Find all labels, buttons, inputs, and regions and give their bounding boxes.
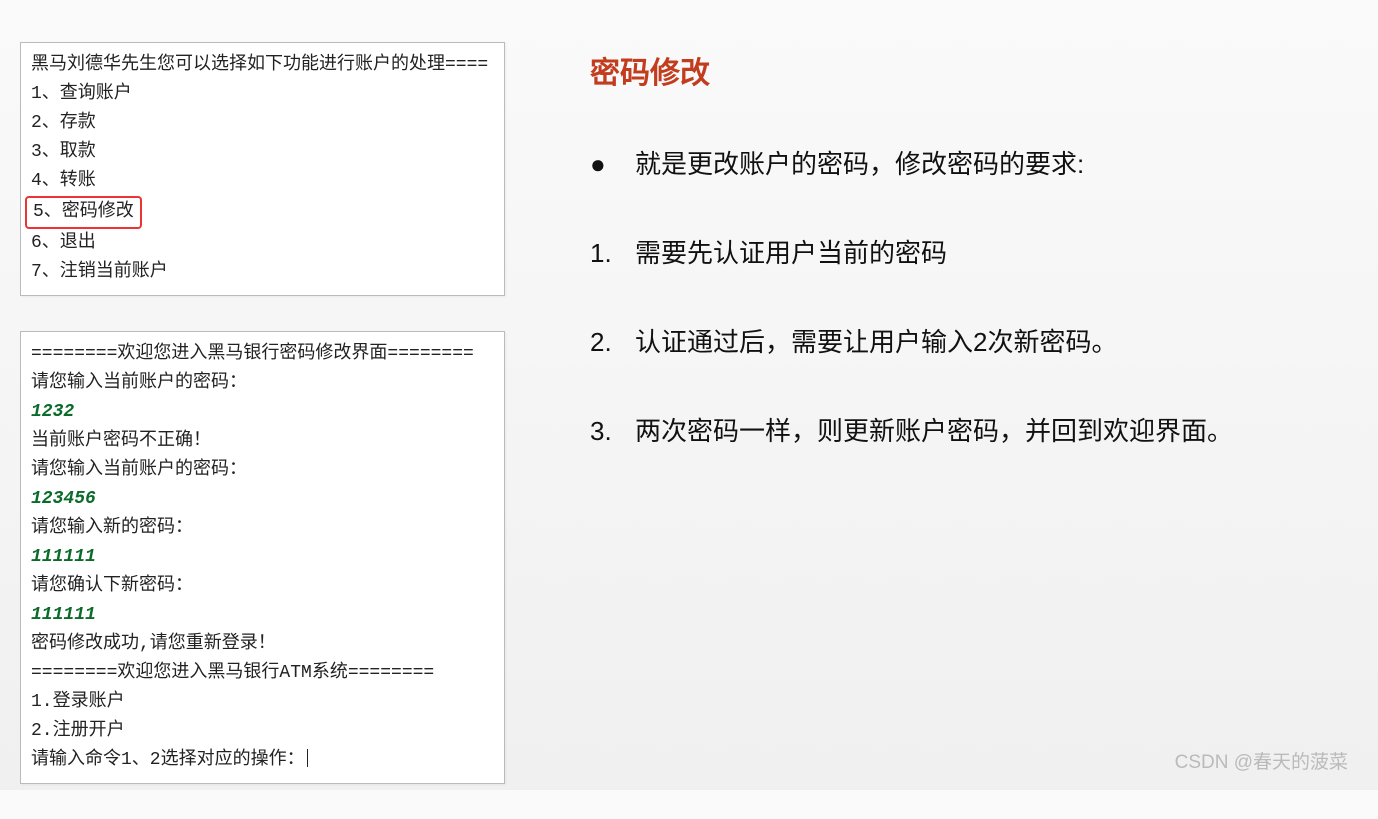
- console-output-line: 2.注册开户: [31, 717, 494, 746]
- left-column: 黑马刘德华先生您可以选择如下功能进行账户的处理====1、查询账户2、存款3、取…: [20, 42, 505, 819]
- menu-item: 2、存款: [31, 109, 494, 138]
- console-output-line: 密码修改成功,请您重新登录！: [31, 630, 494, 659]
- console-output-line: ========欢迎您进入黑马银行ATM系统========: [31, 659, 494, 688]
- step-number: 3.: [590, 414, 635, 448]
- console-input-line: 111111: [31, 601, 494, 630]
- console-output-line: 1.登录账户: [31, 688, 494, 717]
- menu-item: 1、查询账户: [31, 80, 494, 109]
- step-item: 2.认证通过后，需要让用户输入2次新密码。: [590, 325, 1310, 359]
- menu-item: 4、转账: [31, 167, 494, 196]
- section-title: 密码修改: [590, 48, 1310, 92]
- highlighted-menu-item: 5、密码修改: [25, 196, 142, 229]
- console-output-line: 当前账户密码不正确！: [31, 427, 494, 456]
- bullet-icon: ●: [590, 147, 635, 181]
- menu-item: 7、注销当前账户: [31, 258, 494, 287]
- menu-item: 5、密码修改: [31, 196, 494, 229]
- console-output-line: 请您输入当前账户的密码：: [31, 456, 494, 485]
- watermark: CSDN @春天的菠菜: [1175, 747, 1348, 774]
- bullet-text: 就是更改账户的密码，修改密码的要求:: [635, 147, 1084, 181]
- menu-panel: 黑马刘德华先生您可以选择如下功能进行账户的处理====1、查询账户2、存款3、取…: [20, 42, 505, 296]
- menu-header: 黑马刘德华先生您可以选择如下功能进行账户的处理====: [31, 51, 494, 80]
- step-text: 两次密码一样，则更新账户密码，并回到欢迎界面。: [635, 414, 1233, 448]
- step-item: 1.需要先认证用户当前的密码: [590, 236, 1310, 270]
- step-text: 认证通过后，需要让用户输入2次新密码。: [635, 325, 1117, 359]
- right-column: 密码修改 ● 就是更改账户的密码，修改密码的要求: 1.需要先认证用户当前的密码…: [590, 48, 1310, 503]
- step-text: 需要先认证用户当前的密码: [635, 236, 947, 270]
- console-output-line: 请您输入当前账户的密码：: [31, 369, 494, 398]
- bullet-item: ● 就是更改账户的密码，修改密码的要求:: [590, 147, 1310, 181]
- console-output-line: 请输入命令1、2选择对应的操作：: [31, 746, 494, 775]
- console-input-line: 111111: [31, 543, 494, 572]
- console-input-line: 123456: [31, 485, 494, 514]
- step-number: 1.: [590, 236, 635, 270]
- console-output-line: 请您确认下新密码：: [31, 572, 494, 601]
- console-panel: ========欢迎您进入黑马银行密码修改界面========请您输入当前账户的…: [20, 331, 505, 784]
- text-cursor: [307, 749, 308, 767]
- console-output-line: ========欢迎您进入黑马银行密码修改界面========: [31, 340, 494, 369]
- step-number: 2.: [590, 325, 635, 359]
- console-output-line: 请您输入新的密码：: [31, 514, 494, 543]
- menu-item: 6、退出: [31, 229, 494, 258]
- console-input-line: 1232: [31, 398, 494, 427]
- step-item: 3.两次密码一样，则更新账户密码，并回到欢迎界面。: [590, 414, 1310, 448]
- menu-item: 3、取款: [31, 138, 494, 167]
